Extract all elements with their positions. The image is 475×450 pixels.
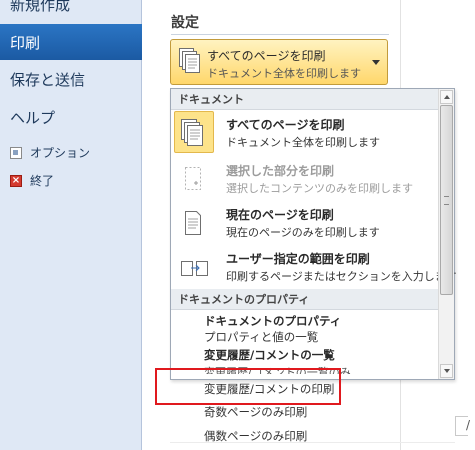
- option-title: すべてのページを印刷: [226, 118, 345, 132]
- menu-item-property-list[interactable]: プロパティと値の一覧: [204, 329, 318, 345]
- option-title: ユーザー指定の範囲を印刷: [226, 252, 370, 266]
- nav-item-save-send[interactable]: 保存と送信: [10, 69, 85, 90]
- option-subtitle: ドキュメント全体を印刷します: [226, 136, 380, 149]
- backstage-nav: 新規作成 印刷 保存と送信 ヘルプ オプション × 終了: [0, 0, 156, 450]
- nav-item-exit-label: 終了: [30, 174, 55, 188]
- dropdown-title: すべてのページを印刷: [207, 49, 326, 63]
- option-title: 選択した部分を印刷: [226, 164, 335, 178]
- page-range-icon: [181, 261, 208, 276]
- print-range-list: ドキュメント すべてのページを印刷 ドキュメント全体を印刷します 選択した部分を…: [170, 88, 457, 380]
- pages-stack-icon: [181, 119, 203, 146]
- list-scrollbar[interactable]: [438, 89, 454, 379]
- edge-text: /: [466, 418, 471, 432]
- scroll-down-icon[interactable]: [440, 364, 453, 378]
- menu-separator: [170, 442, 455, 443]
- scroll-up-icon[interactable]: [440, 90, 453, 104]
- selection-page-icon: [185, 167, 201, 190]
- option-print-current-page[interactable]: 現在のページを印刷 現在のページのみを印刷します: [171, 201, 438, 247]
- options-icon: [10, 146, 22, 159]
- nav-item-new[interactable]: 新規作成: [10, 0, 70, 15]
- menu-item-print-odd-pages[interactable]: 奇数ページのみ印刷: [204, 404, 307, 420]
- option-title: 現在のページを印刷: [226, 208, 334, 222]
- option-print-all[interactable]: すべてのページを印刷 ドキュメント全体を印刷します: [171, 111, 438, 157]
- pages-stack-icon: [179, 48, 200, 73]
- section-header-document: ドキュメント: [171, 89, 438, 110]
- chevron-down-icon: [372, 60, 380, 65]
- single-page-icon: [185, 211, 201, 235]
- scroll-thumb[interactable]: [440, 105, 453, 295]
- menu-item-document-properties[interactable]: ドキュメントのプロパティ: [204, 313, 341, 329]
- nav-item-print[interactable]: 印刷: [0, 24, 156, 60]
- option-print-custom-range[interactable]: ユーザー指定の範囲を印刷 印刷するページまたはセクションを入力します: [171, 245, 457, 291]
- dropdown-subtitle: ドキュメント全体を印刷します: [207, 67, 361, 80]
- nav-item-options-label: オプション: [30, 146, 91, 160]
- heading-divider: [171, 34, 389, 35]
- nav-item-exit[interactable]: × 終了: [10, 172, 54, 189]
- print-range-dropdown[interactable]: すべてのページを印刷 ドキュメント全体を印刷します: [170, 39, 388, 85]
- nav-item-print-label: 印刷: [10, 34, 41, 52]
- option-subtitle: 選択したコンテンツのみを印刷します: [226, 182, 413, 195]
- option-subtitle: 現在のページのみを印刷します: [226, 226, 380, 239]
- menu-item-revisions-list[interactable]: 変更履歴/コメントの一覧: [204, 347, 335, 363]
- nav-item-options[interactable]: オプション: [10, 144, 90, 161]
- option-print-selection[interactable]: 選択した部分を印刷 選択したコンテンツのみを印刷します: [171, 157, 438, 203]
- option-subtitle: 印刷するページまたはセクションを入力します: [226, 270, 457, 283]
- settings-heading: 設定: [171, 15, 199, 31]
- section-header-properties: ドキュメントのプロパティ: [171, 289, 438, 310]
- nav-item-help[interactable]: ヘルプ: [10, 107, 55, 128]
- close-icon: ×: [10, 174, 22, 187]
- annotation-highlight-box: [155, 368, 341, 405]
